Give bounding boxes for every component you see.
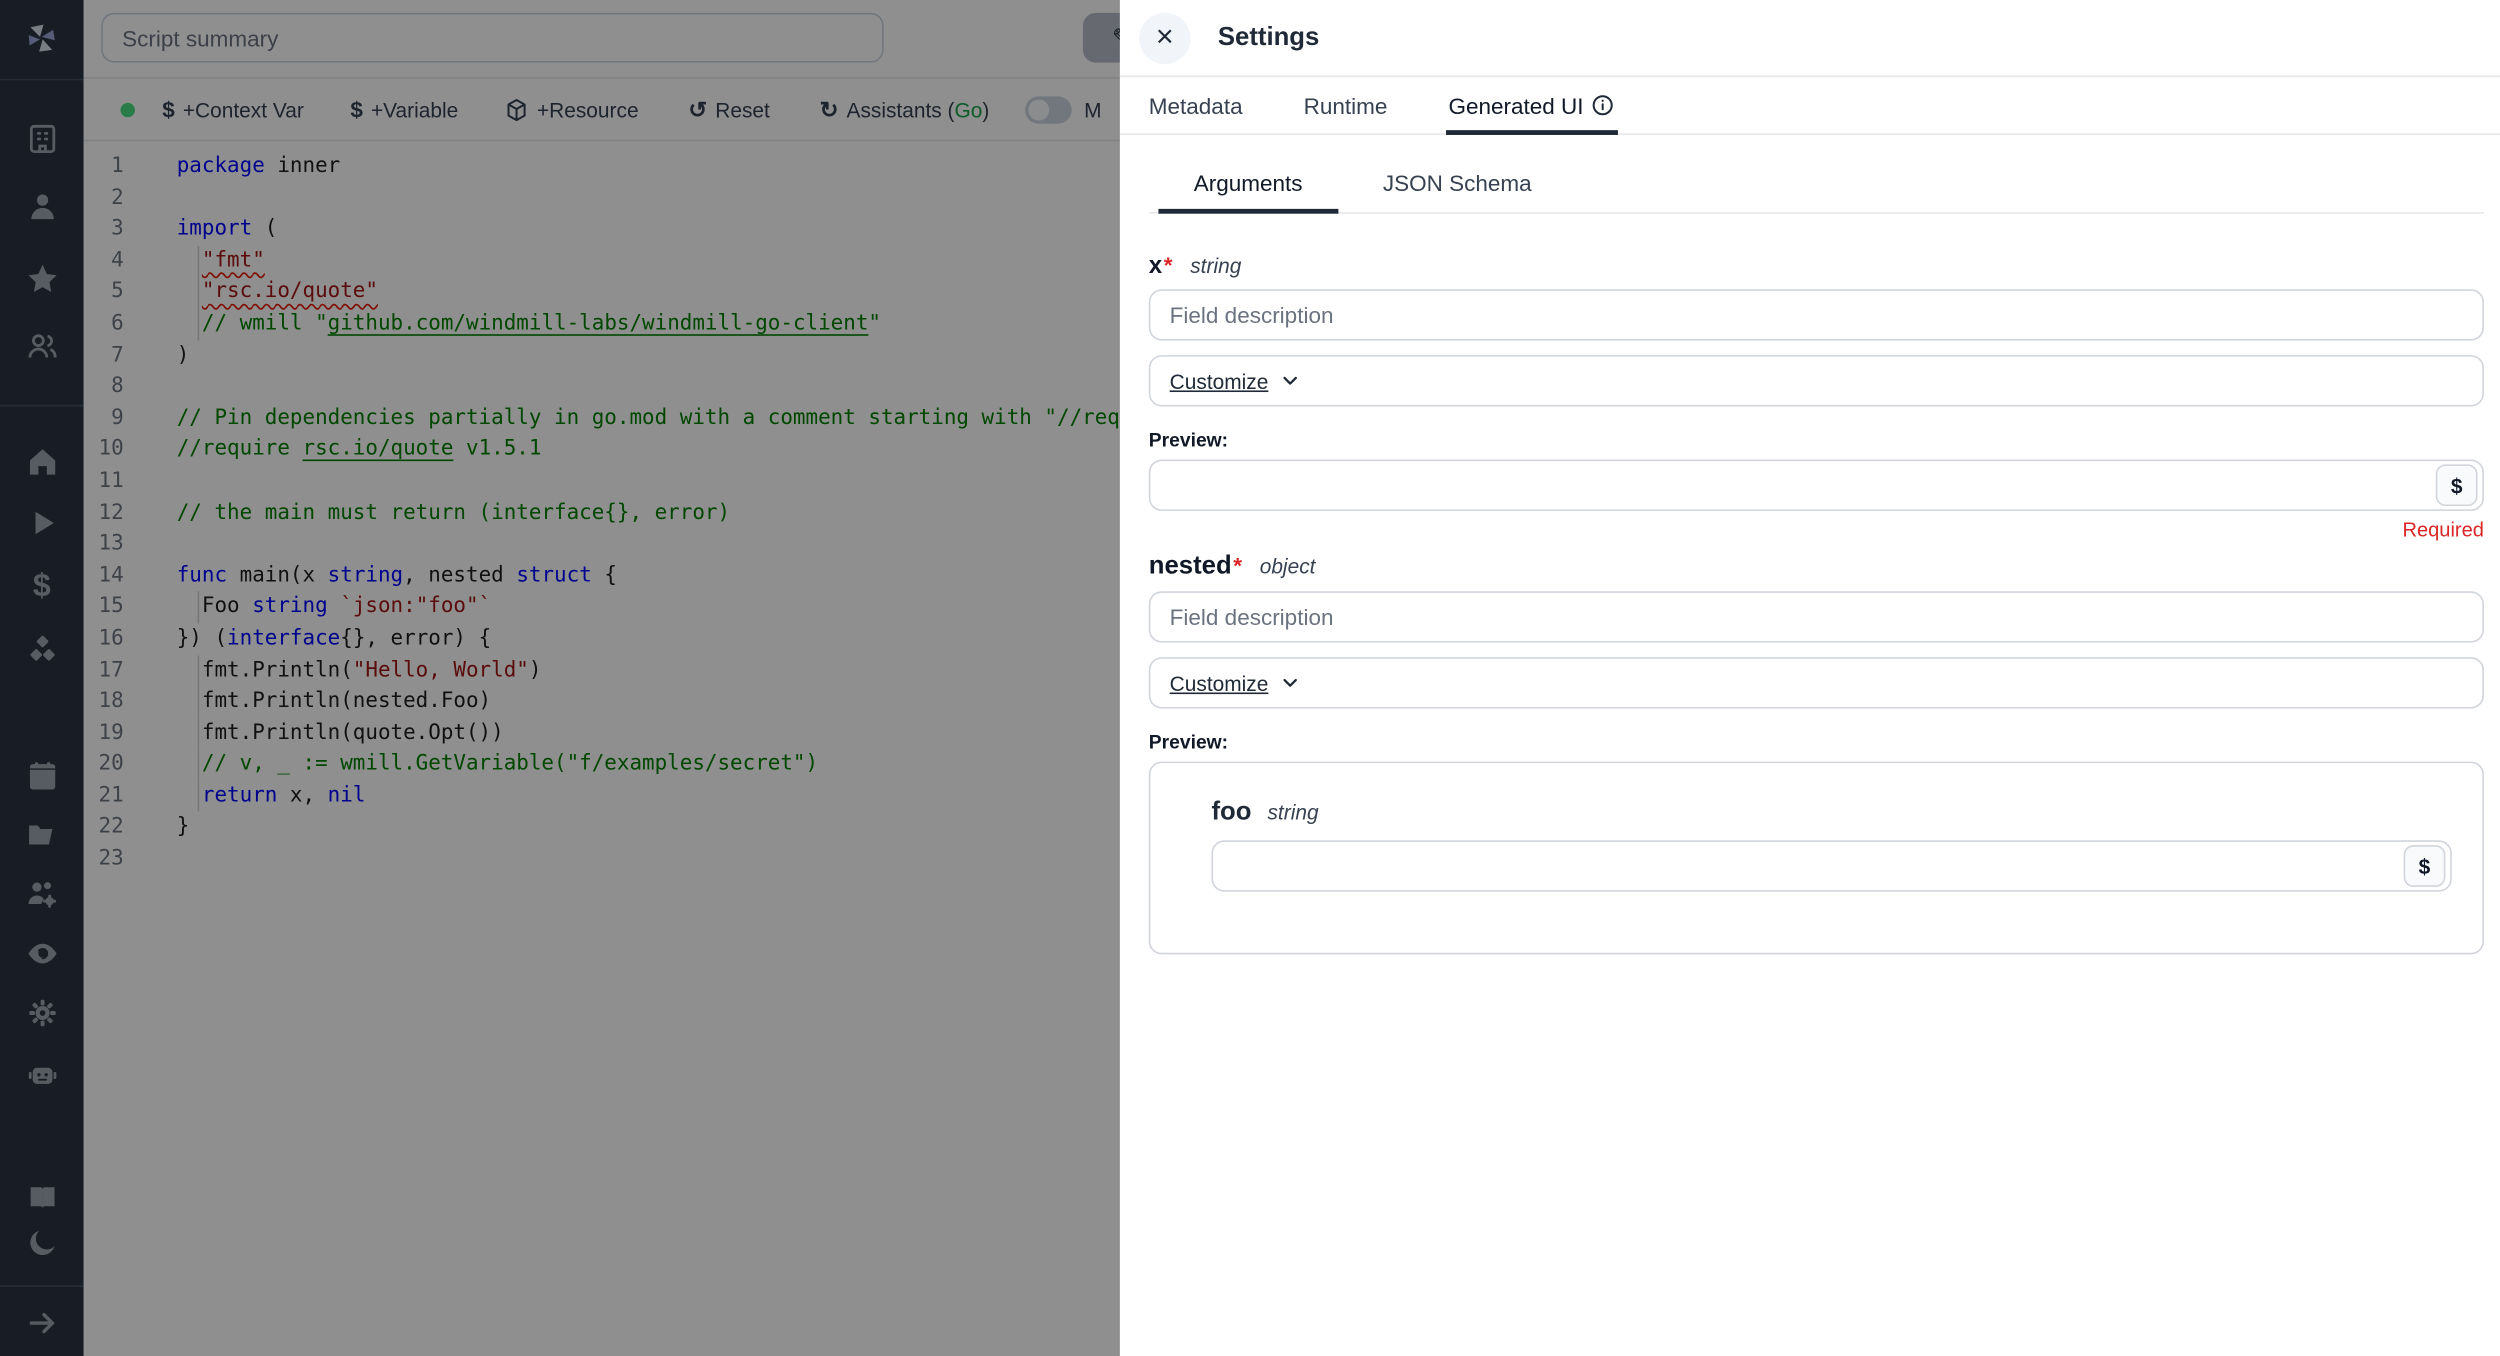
settings-drawer: × Settings Metadata Runtime Generated UI… [1120, 0, 2500, 1356]
drawer-header: × Settings [1120, 0, 2500, 77]
field-nested-customize-box: Customize [1149, 657, 2484, 708]
generated-ui-subtabs: Arguments JSON Schema [1149, 161, 2484, 214]
tab-runtime[interactable]: Runtime [1300, 77, 1390, 133]
field-name: foo [1211, 799, 1251, 828]
info-icon [1590, 93, 1614, 117]
field-x-description-input[interactable] [1149, 289, 2484, 340]
field-type: string [1190, 254, 1241, 278]
customize-toggle[interactable]: Customize [1170, 671, 1302, 695]
drawer-title: Settings [1218, 23, 1319, 52]
settings-tabs: Metadata Runtime Generated UI [1120, 77, 2500, 135]
field-x-preview-row: $ [1149, 460, 2484, 511]
nested-child-heading: foo string [1211, 799, 2451, 828]
field-name: nested [1149, 553, 1232, 582]
screen: $ [0, 0, 2500, 1356]
insert-variable-dollar-button[interactable]: $ [2404, 845, 2446, 887]
close-icon[interactable]: × [1139, 12, 1190, 63]
subtab-json-schema[interactable]: JSON Schema [1376, 161, 1538, 212]
preview-label: Preview: [1149, 429, 2484, 451]
insert-variable-dollar-button[interactable]: $ [2436, 464, 2478, 506]
subtab-arguments[interactable]: Arguments [1187, 161, 1309, 212]
field-nested-heading: nested* object [1149, 553, 2484, 582]
drawer-body: Arguments JSON Schema x* string Customiz… [1120, 135, 2500, 954]
field-x-preview-input[interactable] [1149, 460, 2484, 511]
preview-label: Preview: [1149, 731, 2484, 753]
required-asterisk: * [1164, 252, 1173, 278]
chevron-down-icon [1280, 672, 1302, 694]
field-foo-preview-input[interactable] [1211, 840, 2451, 891]
field-x-customize-box: Customize [1149, 355, 2484, 406]
field-nested-description-input[interactable] [1149, 591, 2484, 642]
field-name: x [1149, 252, 1162, 279]
required-note: Required [1149, 519, 2484, 541]
tab-metadata[interactable]: Metadata [1146, 77, 1246, 133]
field-type: string [1267, 800, 1318, 824]
tab-generated-ui[interactable]: Generated UI [1445, 77, 1617, 133]
field-type: object [1260, 554, 1316, 578]
customize-toggle[interactable]: Customize [1170, 369, 1302, 393]
nested-child-preview-row: $ [1211, 840, 2451, 891]
nested-object-preview-box: foo string $ [1149, 762, 2484, 955]
chevron-down-icon [1280, 370, 1302, 392]
required-asterisk: * [1233, 553, 1242, 579]
field-x-heading: x* string [1149, 252, 2484, 279]
